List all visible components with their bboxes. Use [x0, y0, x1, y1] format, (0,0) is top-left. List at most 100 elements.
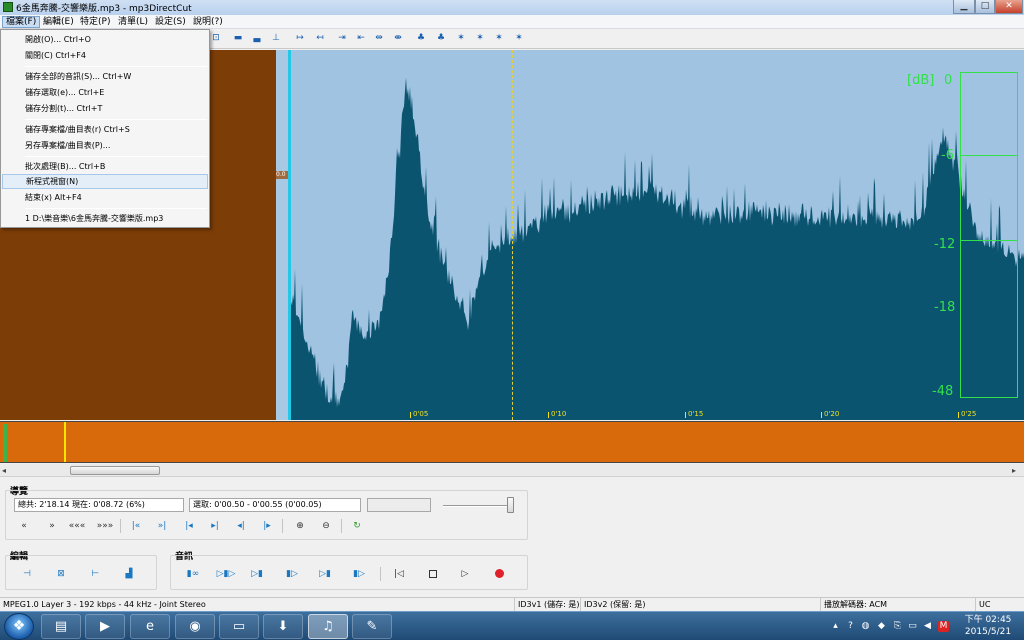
play-sel-end-button[interactable]: ▮▷ — [350, 566, 368, 582]
nav-fast-forward-button[interactable]: »»» — [96, 518, 114, 534]
clock[interactable]: 下午 02:45 2015/5/21 — [958, 614, 1018, 638]
close-button[interactable]: ✕ — [995, 0, 1023, 14]
view-mid-icon[interactable]: ▃ — [249, 32, 265, 45]
tray-help-icon[interactable]: ? — [845, 621, 856, 632]
waveform-display[interactable] — [288, 50, 1024, 420]
tray-arrow-icon[interactable]: ▴ — [830, 621, 841, 632]
menu-settings[interactable]: 設定(S) — [152, 16, 189, 28]
record-button[interactable] — [490, 566, 508, 582]
maximize-button[interactable]: □ — [975, 0, 995, 14]
menu-list[interactable]: 清單(L) — [115, 16, 151, 28]
task-download-icon[interactable]: ⬇ — [263, 614, 303, 639]
cue-prev-icon[interactable]: ♣ — [413, 32, 429, 45]
menu-open[interactable]: 開啟(O)... Ctrl+O — [2, 32, 208, 47]
nav-sel-end-button[interactable]: ▸| — [206, 518, 224, 534]
play-button[interactable]: ▷ — [456, 566, 474, 582]
menu-batch[interactable]: 批次處理(B)... Ctrl+B — [2, 159, 208, 174]
menu-save-split[interactable]: 儲存分割(t)... Ctrl+T — [2, 101, 208, 116]
waveform-shape — [288, 77, 1024, 420]
cue-del-icon[interactable]: ✶ — [472, 32, 488, 45]
task-chrome-icon[interactable]: ◉ — [175, 614, 215, 639]
nav-goto-end-button[interactable]: »| — [153, 518, 171, 534]
nav-prev-cue-button[interactable]: ◂| — [232, 518, 250, 534]
cue-next-icon[interactable]: ♣ — [433, 32, 449, 45]
cut-to-start-icon[interactable]: ⊣ — [18, 566, 36, 582]
cut-to-end-icon[interactable]: ⊢ — [86, 566, 104, 582]
scroll-left-icon[interactable]: ◂ — [2, 465, 12, 476]
zoom-out-button[interactable]: ⊖ — [317, 518, 335, 534]
horizontal-scrollbar[interactable]: ◂ ▸ — [0, 464, 1024, 477]
cue-join-icon[interactable]: ✶ — [511, 32, 527, 45]
loop-play-button[interactable]: ▮∞ — [180, 566, 206, 582]
tray-display-icon[interactable]: ▭ — [907, 621, 918, 632]
overview-position-mark[interactable] — [64, 422, 66, 462]
clock-date: 2015/5/21 — [964, 627, 1012, 637]
volume-slider-track[interactable] — [443, 505, 513, 507]
start-marker: 0.0 — [276, 171, 288, 179]
loop-button[interactable]: ↻ — [348, 518, 366, 534]
task-mp3directcut-icon[interactable]: ♫ — [308, 614, 348, 639]
nav-sel-start-button[interactable]: |◂ — [180, 518, 198, 534]
tray-usb-icon[interactable]: ⎘ — [892, 621, 903, 632]
view-small-icon[interactable]: ⊥ — [268, 32, 284, 45]
menu-help[interactable]: 說明(?) — [190, 16, 226, 28]
stop-icon — [429, 569, 437, 578]
task-ie-icon[interactable]: e — [130, 614, 170, 639]
menu-save-selection[interactable]: 儲存選取(e)... Ctrl+E — [2, 85, 208, 100]
set-begin-icon[interactable]: ↦ — [292, 32, 308, 45]
nav-fast-back-button[interactable]: ««« — [68, 518, 86, 534]
scroll-thumb[interactable] — [70, 466, 160, 475]
start-button[interactable]: ❖ — [4, 613, 34, 640]
nav-next-cue-button[interactable]: |▸ — [258, 518, 276, 534]
mark-cut-icon[interactable]: ⇼ — [390, 32, 406, 45]
menu-save-all[interactable]: 儲存全部的音訊(S)... Ctrl+W — [2, 69, 208, 84]
nav-back-button[interactable]: « — [15, 518, 33, 534]
menu-file[interactable]: 檔案(F) — [2, 16, 41, 28]
set-end-icon[interactable]: ↤ — [312, 32, 328, 45]
cut-marked-icon[interactable]: ⊠ — [52, 566, 70, 582]
nav-goto-start-button[interactable]: |« — [127, 518, 145, 534]
menu-close[interactable]: 關閉(C) Ctrl+F4 — [2, 48, 208, 63]
toolbar-tool-icon[interactable]: ⊡ — [208, 32, 224, 45]
play-sel-start-button[interactable]: ▷▮ — [316, 566, 334, 582]
play-from-cursor-button[interactable]: ▮▷ — [283, 566, 301, 582]
rewind-button[interactable]: |◁ — [390, 566, 408, 582]
view-full-icon[interactable]: ▬ — [230, 32, 246, 45]
menu-recent-file[interactable]: 1 D:\樂音樂\6金馬奔騰-交響樂版.mp3 — [2, 211, 208, 226]
overview-bar[interactable] — [0, 421, 1024, 463]
time-tick-1: 0'05 — [410, 410, 428, 418]
play-around-button[interactable]: ▷▮▷ — [212, 566, 240, 582]
stop-button[interactable] — [424, 566, 442, 582]
taskbar: ❖ ▤ ▶ e ◉ ▭ ⬇ ♫ ✎ ▴ ? ◍ ◆ ⎘ ▭ ◀ M 下午 02:… — [0, 611, 1024, 640]
status-bar: MPEG1.0 Layer 3 - 192 kbps - 44 kHz - Jo… — [0, 597, 1024, 611]
tray-network-icon[interactable]: ◍ — [860, 621, 871, 632]
task-notes-icon[interactable]: ▭ — [219, 614, 259, 639]
volume-slider-thumb[interactable] — [507, 497, 514, 513]
menu-save-project[interactable]: 儲存專案檔/曲目表(r) Ctrl+S — [2, 122, 208, 137]
tray-m-icon[interactable]: M — [938, 621, 949, 632]
db-label-12: -12 — [934, 237, 956, 252]
task-media-player-icon[interactable]: ▶ — [85, 614, 125, 639]
status-extra: UC — [975, 598, 990, 611]
mark-both-icon[interactable]: ⇹ — [371, 32, 387, 45]
scroll-right-icon[interactable]: ▸ — [1012, 465, 1022, 476]
playback-cursor[interactable] — [288, 50, 291, 420]
menu-edit[interactable]: 編輯(E) — [40, 16, 77, 28]
menu-new-window[interactable]: 新程式視窗(N) — [2, 174, 208, 189]
menu-special[interactable]: 特定(P) — [77, 16, 113, 28]
goto-end-icon[interactable]: ⇤ — [353, 32, 369, 45]
tray-app-icon[interactable]: ◆ — [876, 621, 887, 632]
task-paint-icon[interactable]: ✎ — [352, 614, 392, 639]
cue-split-icon[interactable]: ✶ — [491, 32, 507, 45]
goto-begin-icon[interactable]: ⇥ — [334, 32, 350, 45]
minimize-button[interactable]: ▁ — [953, 0, 975, 14]
play-to-cursor-button[interactable]: ▷▮ — [248, 566, 266, 582]
task-explorer-icon[interactable]: ▤ — [41, 614, 81, 639]
tray-volume-icon[interactable]: ◀ — [922, 621, 933, 632]
zoom-in-button[interactable]: ⊕ — [291, 518, 309, 534]
cut-end-icon[interactable]: ▟ — [120, 566, 138, 582]
menu-exit[interactable]: 結束(x) Alt+F4 — [2, 190, 208, 205]
menu-save-project-as[interactable]: 另存專案檔/曲目表(P)... — [2, 138, 208, 153]
cue-add-icon[interactable]: ✶ — [453, 32, 469, 45]
nav-forward-button[interactable]: » — [43, 518, 61, 534]
